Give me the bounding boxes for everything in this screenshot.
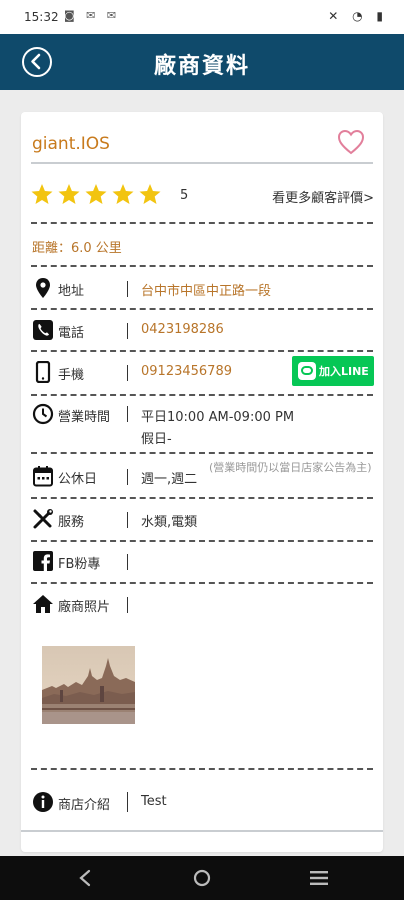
divider — [31, 394, 373, 396]
status-time: 15:32 — [24, 10, 59, 24]
separator — [127, 792, 128, 812]
home-icon — [33, 595, 53, 613]
add-line-button[interactable]: 加入LINE — [292, 356, 374, 386]
separator — [127, 281, 128, 297]
page-title: 廠商資料 — [153, 54, 250, 79]
divider — [31, 497, 373, 499]
app-header: 廠商資料 — [0, 34, 404, 90]
divider — [31, 265, 373, 267]
rating-stars — [30, 183, 165, 206]
intro-label: 商店介紹 — [58, 798, 111, 813]
divider — [31, 350, 373, 352]
separator — [127, 406, 128, 422]
mobile-phone-icon — [35, 361, 51, 383]
info-icon — [33, 792, 53, 812]
star-icon — [58, 184, 80, 204]
separator — [127, 469, 128, 485]
separator — [127, 323, 128, 339]
mobile-label: 手機 — [58, 368, 85, 383]
nav-home-icon[interactable] — [193, 869, 211, 887]
phone-label: 電話 — [58, 326, 85, 341]
star-icon — [139, 184, 161, 204]
services-value: 水類,電類 — [141, 515, 198, 530]
star-icon — [85, 184, 107, 204]
hours-holiday: 假日- — [141, 432, 172, 447]
distance-text: 距離：6.0 公里 — [32, 241, 122, 256]
nav-menu-icon[interactable] — [309, 870, 329, 886]
phone-value[interactable]: 0423198286 — [141, 322, 224, 337]
system-icons: ✕ ◔ ▮ — [328, 9, 388, 23]
closed-days-value: 週一,週二 — [141, 472, 198, 487]
more-reviews-link[interactable]: 看更多顧客評價> — [272, 187, 374, 206]
tools-icon — [33, 509, 53, 529]
star-icon — [31, 184, 53, 204]
hours-weekday: 平日10:00 AM-09:00 PM — [141, 410, 295, 425]
notification-icons: ◙ ✉ ✉ — [64, 9, 121, 22]
address-label: 地址 — [58, 284, 85, 299]
status-bar: 15:32 ◙ ✉ ✉ ✕ ◔ ▮ — [0, 0, 404, 34]
divider — [31, 768, 373, 770]
phone-icon — [33, 320, 53, 340]
calendar-icon — [33, 466, 53, 487]
mobile-value[interactable]: 09123456789 — [141, 364, 232, 379]
separator — [127, 597, 128, 613]
system-nav-bar — [0, 856, 404, 900]
divider — [21, 830, 383, 832]
intro-value: Test — [141, 794, 167, 809]
services-label: 服務 — [58, 515, 85, 530]
line-logo-icon — [298, 362, 316, 380]
clock-icon — [32, 403, 54, 425]
separator — [127, 365, 128, 381]
vendor-photo[interactable] — [42, 646, 135, 724]
address-value[interactable]: 台中市中區中正路一段 — [141, 280, 271, 299]
photos-label: 廠商照片 — [58, 600, 111, 615]
add-line-label: 加入LINE — [319, 365, 369, 378]
closed-days-note: (營業時間仍以當日店家公告為主) — [209, 461, 372, 474]
rating-value: 5 — [180, 188, 189, 203]
star-icon — [112, 184, 134, 204]
separator — [127, 554, 128, 570]
fb-label: FB粉專 — [58, 557, 101, 572]
separator — [127, 512, 128, 528]
facebook-icon — [33, 551, 53, 571]
divider — [31, 222, 373, 224]
closed-days-label: 公休日 — [58, 472, 98, 487]
favorite-heart-icon[interactable] — [337, 129, 365, 155]
divider — [31, 452, 373, 454]
divider — [31, 308, 373, 310]
vendor-card: giant.IOS 5 看更多顧客評價> 距離：6.0 公里 地址 台中市中區中… — [21, 112, 383, 852]
divider — [31, 540, 373, 542]
divider — [31, 582, 373, 584]
divider — [31, 162, 373, 164]
nav-back-icon[interactable] — [78, 869, 92, 887]
shop-name: giant.IOS — [32, 134, 110, 154]
hours-label: 營業時間 — [58, 410, 111, 425]
city-skyline-photo — [42, 646, 135, 724]
location-pin-icon — [36, 278, 50, 298]
